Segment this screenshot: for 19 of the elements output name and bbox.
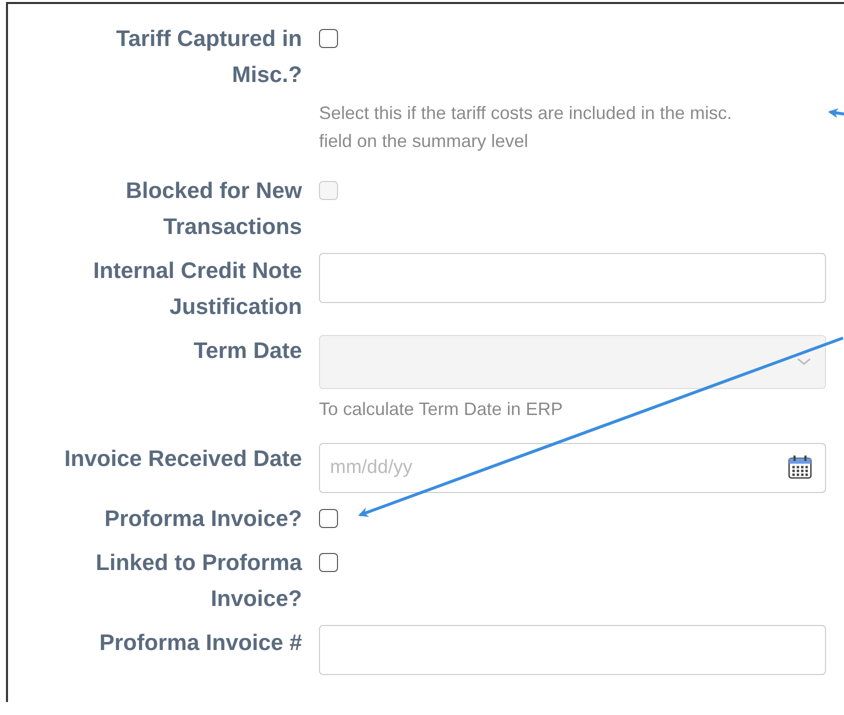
field-label: Internal Credit Note Justification	[92, 257, 302, 321]
help-text: Select this if the tariff costs are included in the misc. field on the summary level	[319, 102, 733, 153]
field-label: Invoice Received Date	[63, 445, 302, 473]
chevron-down-icon	[797, 358, 811, 366]
checkbox[interactable]	[319, 553, 338, 572]
field-label: Proforma Invoice #	[98, 629, 302, 657]
annotation-arrow	[828, 108, 844, 118]
field-label: Term Date	[192, 337, 302, 365]
text-field[interactable]	[319, 253, 826, 303]
field-label: Blocked for New Transactions	[124, 177, 302, 241]
field-label: Linked to Proforma Invoice?	[94, 549, 302, 613]
date-field[interactable]: mm/dd/yy	[319, 443, 826, 493]
field-label: Tariff Captured in Misc.?	[115, 25, 302, 89]
calendar-icon[interactable]	[788, 455, 812, 479]
text-field[interactable]	[319, 625, 826, 675]
field-label: Proforma Invoice?	[103, 505, 302, 533]
checkbox[interactable]	[319, 509, 338, 528]
help-text: To calculate Term Date in ERP	[319, 398, 564, 421]
checkbox[interactable]	[319, 29, 338, 48]
